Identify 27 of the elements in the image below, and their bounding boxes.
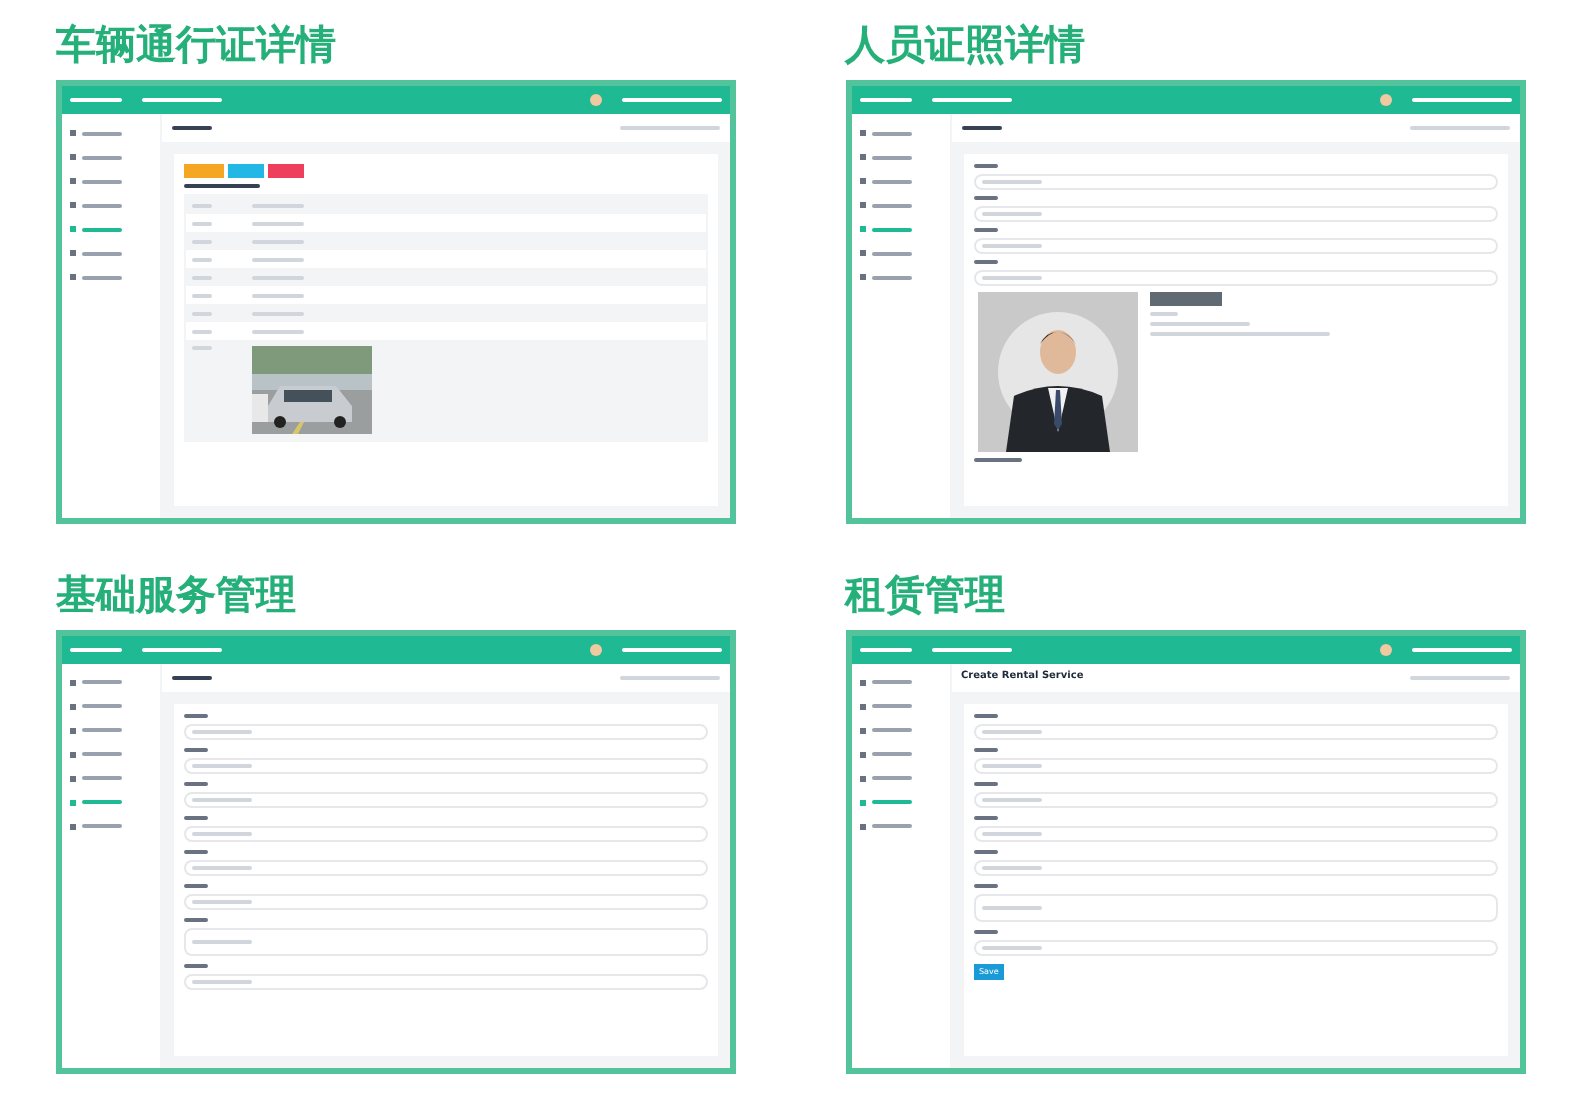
avatar-icon[interactable] xyxy=(1379,643,1391,655)
input-field[interactable] xyxy=(184,723,708,739)
input-field[interactable] xyxy=(184,757,708,773)
section-heading: 人员证照详情 xyxy=(845,24,1087,64)
input-field[interactable] xyxy=(184,973,708,989)
input-field[interactable] xyxy=(184,893,708,909)
input-field[interactable] xyxy=(184,825,708,841)
input-field[interactable] xyxy=(973,859,1497,875)
input-field[interactable] xyxy=(973,270,1497,286)
input-field[interactable] xyxy=(973,206,1497,222)
input-field[interactable] xyxy=(973,723,1497,739)
input-field[interactable] xyxy=(184,791,708,807)
avatar-icon[interactable] xyxy=(590,94,602,106)
input-field[interactable] xyxy=(973,238,1497,254)
input-field[interactable] xyxy=(184,927,708,955)
input-field[interactable] xyxy=(973,893,1497,921)
avatar-icon[interactable] xyxy=(590,643,602,655)
section-heading: 基础服务管理 xyxy=(56,573,298,613)
avatar-icon[interactable] xyxy=(1379,94,1391,106)
input-field[interactable] xyxy=(184,859,708,875)
input-field[interactable] xyxy=(973,825,1497,841)
section-heading: 车辆通行证详情 xyxy=(56,24,338,64)
input-field[interactable] xyxy=(973,757,1497,773)
input-field[interactable] xyxy=(973,939,1497,955)
section-heading: 租赁管理 xyxy=(845,573,1007,613)
input-field[interactable] xyxy=(973,791,1497,807)
input-field[interactable] xyxy=(973,174,1497,190)
